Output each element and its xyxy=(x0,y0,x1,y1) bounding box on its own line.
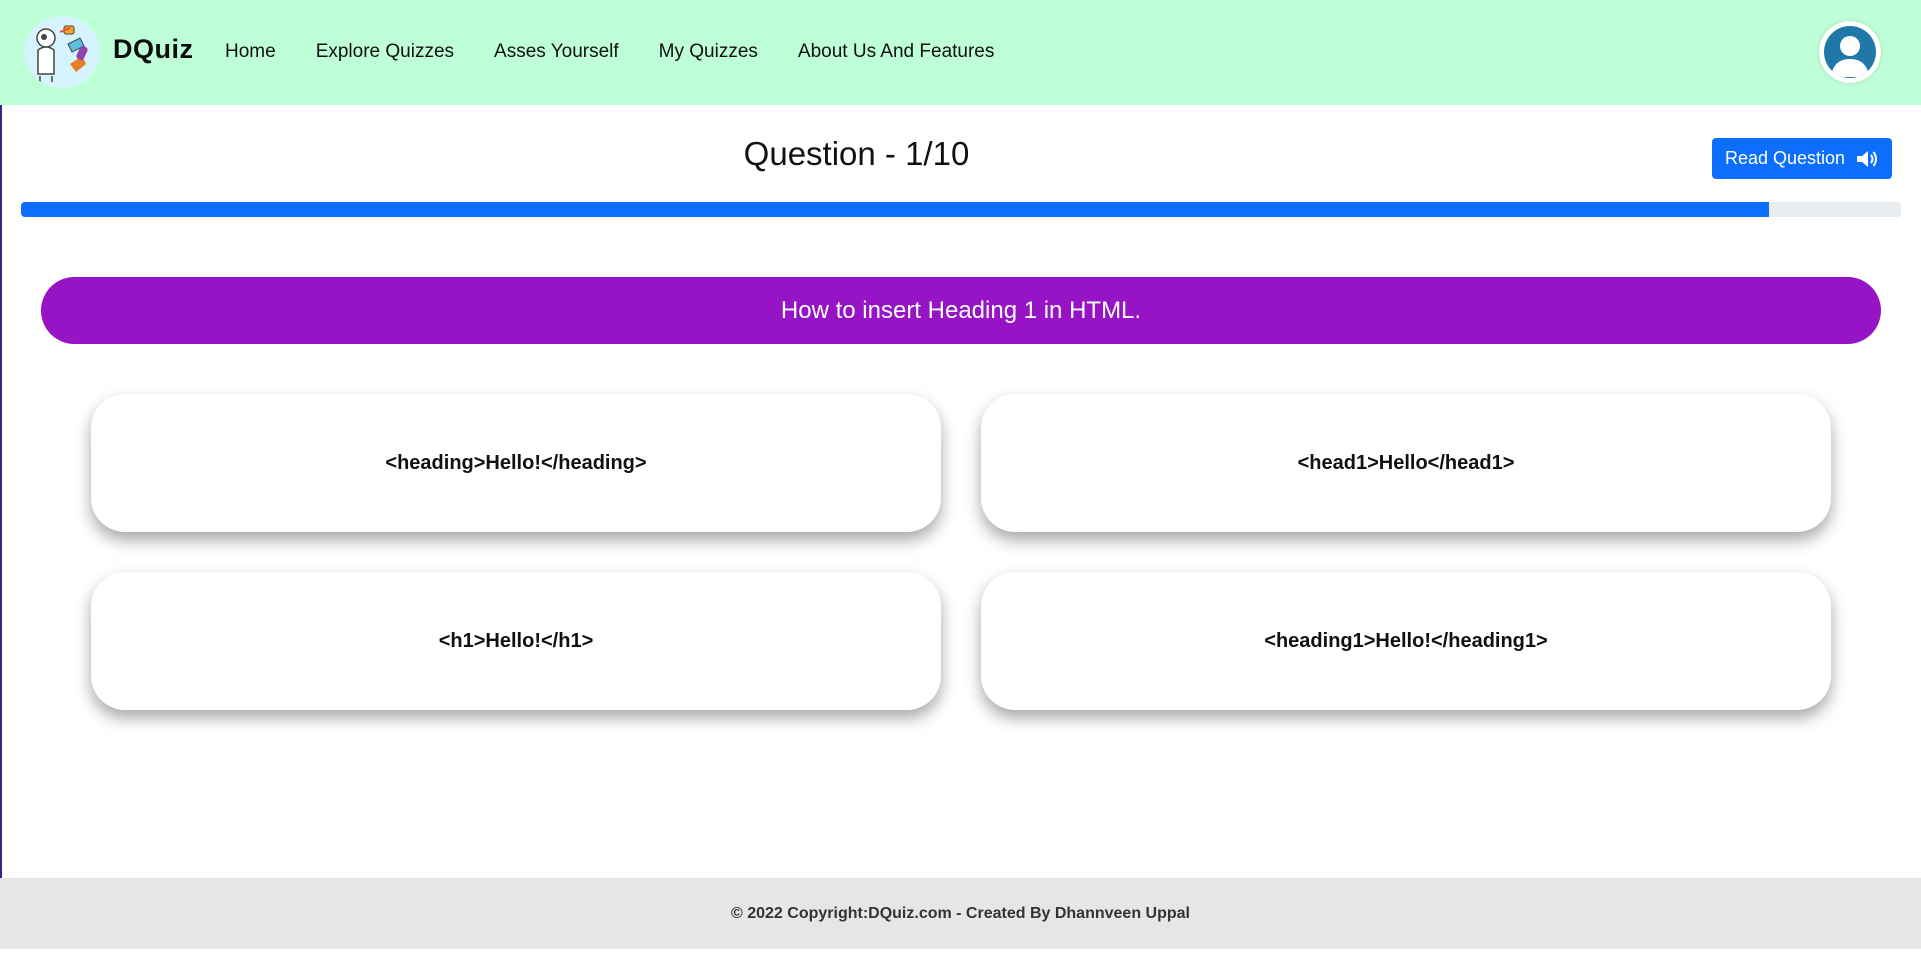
navbar: DQuiz Home Explore Quizzes Asses Yoursel… xyxy=(0,0,1921,105)
question-counter: Question - 1/10 xyxy=(743,135,970,172)
footer-copyright: © 2022 Copyright:DQuiz.com - Created By … xyxy=(731,904,1190,922)
read-question-button[interactable]: Read Question xyxy=(1712,138,1892,179)
speaker-volume-icon xyxy=(1857,150,1878,167)
nav-item-explore-quizzes[interactable]: Explore Quizzes xyxy=(316,41,454,63)
logo-icon[interactable] xyxy=(24,16,100,88)
nav-links: Home Explore Quizzes Asses Yourself My Q… xyxy=(225,41,994,63)
read-question-label: Read Question xyxy=(1724,148,1846,168)
question-text: How to insert Heading 1 in HTML. xyxy=(41,277,1881,344)
answer-option-4[interactable]: <heading1>Hello!</heading1> xyxy=(981,572,1831,710)
question-progress-fill xyxy=(21,202,1770,217)
nav-item-home[interactable]: Home xyxy=(225,41,276,63)
footer: © 2022 Copyright:DQuiz.com - Created By … xyxy=(0,878,1921,949)
answer-option-1[interactable]: <heading>Hello!</heading> xyxy=(91,394,941,532)
brand-name[interactable]: DQuiz xyxy=(113,34,194,65)
answer-option-2[interactable]: <head1>Hello</head1> xyxy=(981,394,1831,532)
nav-item-my-quizzes[interactable]: My Quizzes xyxy=(659,41,758,63)
user-avatar-icon[interactable] xyxy=(1819,21,1881,83)
nav-item-about-us[interactable]: About Us And Features xyxy=(798,41,994,63)
nav-item-asses-yourself[interactable]: Asses Yourself xyxy=(494,41,619,63)
question-progress-bar xyxy=(21,202,1901,217)
answer-option-3[interactable]: <h1>Hello!</h1> xyxy=(91,572,941,710)
